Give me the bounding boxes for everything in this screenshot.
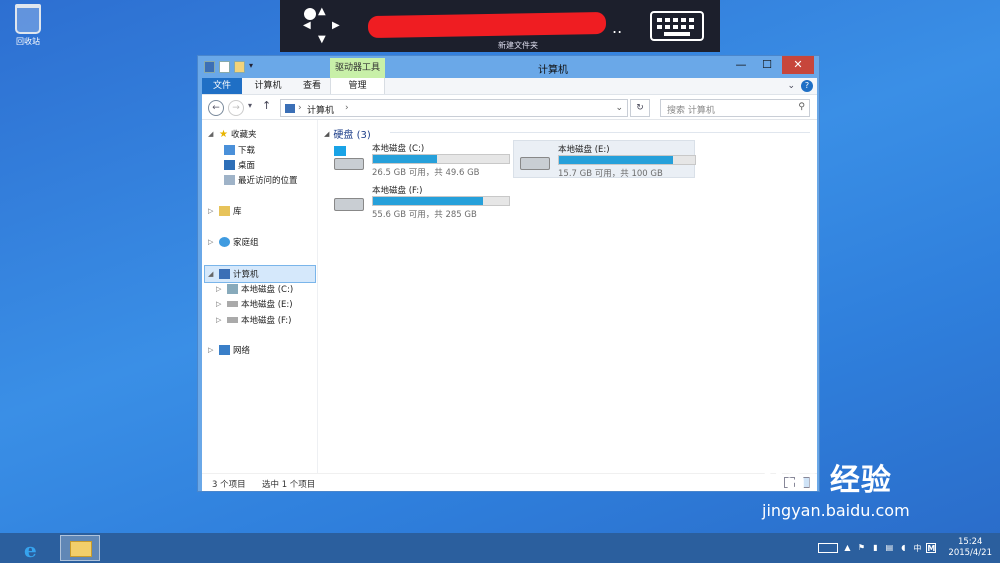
system-tray: ▲ ⚑ ▮ ▤ ◖ 中 M 15:24 2015/4/21 bbox=[818, 533, 1000, 563]
group-divider bbox=[390, 132, 810, 133]
tab-file[interactable]: 文件 bbox=[202, 78, 242, 94]
minimize-button[interactable]: — bbox=[728, 56, 754, 74]
volume-icon[interactable]: ◖ bbox=[898, 543, 908, 553]
window-title: 计算机 bbox=[538, 65, 568, 76]
drive-c-icon bbox=[227, 284, 238, 294]
up-button[interactable]: ↑ bbox=[262, 99, 271, 112]
recent-places-icon bbox=[224, 175, 235, 185]
search-icon[interactable]: ⚲ bbox=[798, 102, 805, 112]
drive-e-icon bbox=[227, 301, 238, 307]
drive-tools-tab-group: 驱动器工具 bbox=[330, 58, 385, 78]
ribbon-right-controls: ⌄ ? bbox=[787, 80, 813, 92]
tab-computer[interactable]: 计算机 bbox=[248, 78, 288, 94]
close-button[interactable]: ✕ bbox=[782, 56, 814, 74]
expand-ribbon-icon[interactable]: ⌄ bbox=[787, 81, 795, 91]
ime-indicator[interactable]: 中 bbox=[912, 543, 922, 553]
ime-mode-icon[interactable]: M bbox=[926, 543, 937, 553]
recycle-bin-label: 回收站 bbox=[16, 37, 40, 46]
navigation-pane: ◢ ★ 收藏夹 下载 桌面 最近访问的位置 ▷ 库 ▷ 家庭组 ◢ 计算机 ▷ … bbox=[202, 120, 318, 473]
file-explorer-icon[interactable] bbox=[60, 535, 100, 561]
quick-access-toolbar: ▾ bbox=[204, 61, 253, 73]
status-selected-count: 选中 1 个项目 bbox=[262, 480, 316, 490]
sidebar-item-desktop[interactable]: 桌面 bbox=[224, 159, 255, 171]
tab-view[interactable]: 查看 bbox=[294, 78, 330, 94]
internet-explorer-icon[interactable]: e bbox=[14, 535, 54, 562]
hard-drive-icon bbox=[332, 188, 366, 214]
forward-button[interactable]: → bbox=[228, 100, 244, 116]
title-bar[interactable]: ▾ 驱动器工具 计算机 — ☐ ✕ bbox=[198, 56, 819, 78]
search-box[interactable]: 搜索 计算机 ⚲ bbox=[660, 99, 810, 117]
network-icon bbox=[219, 345, 230, 355]
taskbar: e ▲ ⚑ ▮ ▤ ◖ 中 M 15:24 2015/4/21 bbox=[0, 533, 1000, 563]
tab-manage[interactable]: 管理 bbox=[330, 78, 385, 94]
group-header-hard-disks[interactable]: ◢ 硬盘 (3) bbox=[324, 126, 371, 142]
baidu-watermark: Bai 经验 jingyan.baidu.com bbox=[762, 463, 910, 520]
ribbon-tabs: 文件 计算机 查看 管理 ⌄ ? bbox=[202, 78, 817, 94]
desktop-icon bbox=[224, 160, 235, 170]
status-item-count: 3 个项目 bbox=[212, 480, 246, 490]
star-icon: ★ bbox=[219, 128, 228, 140]
windows-drive-icon bbox=[332, 146, 366, 172]
capacity-bar bbox=[372, 196, 510, 206]
remote-subtitle: 新建文件夹 bbox=[498, 41, 538, 50]
recycle-bin-icon bbox=[15, 4, 41, 34]
properties-icon[interactable] bbox=[219, 61, 230, 73]
network-tray-icon[interactable]: ▤ bbox=[884, 543, 894, 553]
sidebar-item-homegroup[interactable]: ▷ 家庭组 bbox=[208, 236, 259, 248]
navigation-bar: ← → ▾ ↑ › 计算机 › ⌄ ↻ 搜索 计算机 ⚲ bbox=[202, 94, 817, 120]
new-folder-icon[interactable] bbox=[234, 61, 245, 73]
maximize-button[interactable]: ☐ bbox=[754, 56, 780, 74]
computer-tree-icon bbox=[219, 269, 230, 279]
status-bar: 3 个项目 选中 1 个项目 bbox=[202, 473, 817, 491]
show-hidden-icons[interactable]: ▲ bbox=[842, 543, 852, 553]
redaction-mark bbox=[367, 11, 607, 39]
capacity-bar bbox=[558, 155, 696, 165]
help-icon[interactable]: ? bbox=[801, 80, 813, 92]
sidebar-item-downloads[interactable]: 下载 bbox=[224, 144, 255, 156]
breadcrumb-chevron[interactable]: › bbox=[345, 103, 349, 113]
clock[interactable]: 15:24 2015/4/21 bbox=[948, 537, 992, 559]
search-placeholder: 搜索 计算机 bbox=[667, 106, 715, 116]
file-list: ◢ 硬盘 (3) 本地磁盘 (C:) 26.5 GB 可用，共 49.6 GB … bbox=[320, 120, 815, 473]
homegroup-icon bbox=[219, 237, 230, 247]
remote-title-ellipsis: .. bbox=[612, 18, 623, 37]
address-dropdown-icon[interactable]: ⌄ bbox=[615, 103, 623, 113]
sidebar-item-drive-c[interactable]: ▷ 本地磁盘 (C:) bbox=[216, 283, 293, 295]
sidebar-item-recent[interactable]: 最近访问的位置 bbox=[224, 174, 298, 186]
libraries-icon bbox=[219, 206, 230, 216]
hard-drive-icon bbox=[518, 147, 552, 173]
breadcrumb-computer[interactable]: 计算机 bbox=[307, 103, 334, 116]
action-center-icon[interactable]: ⚑ bbox=[856, 543, 866, 553]
recent-locations-icon[interactable]: ▾ bbox=[248, 101, 252, 110]
sidebar-item-computer[interactable]: ◢ 计算机 bbox=[204, 265, 316, 283]
drive-f-icon bbox=[227, 317, 238, 323]
explorer-window: ▾ 驱动器工具 计算机 — ☐ ✕ 文件 计算机 查看 管理 ⌄ ? ← → ▾… bbox=[197, 55, 820, 492]
remote-toolbar: ▲ ▼ ◀ ▶ 新建文件夹 .. bbox=[280, 0, 720, 52]
drive-tile-e[interactable]: 本地磁盘 (E:) 15.7 GB 可用，共 100 GB bbox=[513, 140, 696, 179]
collapse-group-icon[interactable]: ◢ bbox=[324, 130, 329, 138]
computer-icon bbox=[204, 61, 215, 73]
refresh-button[interactable]: ↻ bbox=[630, 99, 650, 117]
sidebar-item-favorites[interactable]: ◢ ★ 收藏夹 bbox=[208, 128, 256, 141]
sidebar-item-network[interactable]: ▷ 网络 bbox=[208, 344, 250, 356]
drive-tile-c[interactable]: 本地磁盘 (C:) 26.5 GB 可用，共 49.6 GB bbox=[328, 140, 510, 178]
recycle-bin[interactable]: 回收站 bbox=[8, 4, 48, 47]
content-area: ◢ ★ 收藏夹 下载 桌面 最近访问的位置 ▷ 库 ▷ 家庭组 ◢ 计算机 ▷ … bbox=[202, 120, 817, 473]
keyboard-icon[interactable] bbox=[650, 11, 704, 41]
address-bar[interactable]: › 计算机 › ⌄ bbox=[280, 99, 628, 117]
drive-tile-f[interactable]: 本地磁盘 (F:) 55.6 GB 可用，共 285 GB bbox=[328, 182, 510, 220]
computer-small-icon bbox=[285, 104, 295, 113]
sidebar-item-libraries[interactable]: ▷ 库 bbox=[208, 205, 242, 217]
capacity-bar bbox=[372, 154, 510, 164]
customize-qa-icon[interactable]: ▾ bbox=[249, 61, 253, 73]
downloads-icon bbox=[224, 145, 235, 155]
touch-keyboard-icon[interactable] bbox=[818, 543, 839, 553]
breadcrumb-separator: › bbox=[298, 103, 302, 113]
sidebar-item-drive-e[interactable]: ▷ 本地磁盘 (E:) bbox=[216, 298, 293, 310]
dpad-icon[interactable]: ▲ ▼ ◀ ▶ bbox=[303, 6, 340, 45]
battery-icon[interactable]: ▮ bbox=[870, 543, 880, 553]
back-button[interactable]: ← bbox=[208, 100, 224, 116]
sidebar-item-drive-f[interactable]: ▷ 本地磁盘 (F:) bbox=[216, 314, 291, 326]
